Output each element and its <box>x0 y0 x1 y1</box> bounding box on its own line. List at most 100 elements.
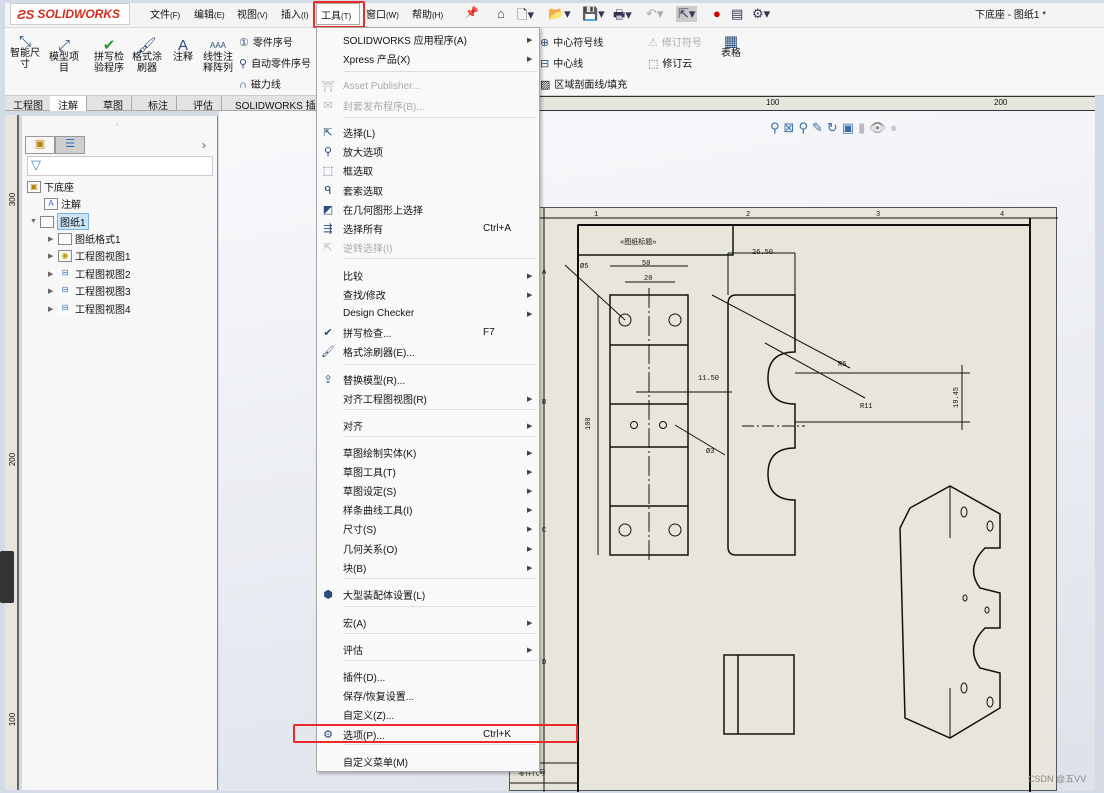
home-icon[interactable]: ⌂ <box>497 6 505 21</box>
menu-window[interactable]: 窗口(W) <box>366 6 399 21</box>
center-mark-button[interactable]: ⊕ 中心符号线 <box>540 34 603 49</box>
feature-manager-tab-icon[interactable]: ▣ <box>25 136 55 154</box>
menu-item[interactable]: SOLIDWORKS 应用程序(A) ▶ <box>317 30 539 49</box>
select-icon[interactable]: ⇱▾ <box>676 6 698 22</box>
tree-item-drawing-view-1[interactable]: ▶ ◉ 工程图视图1 <box>48 248 131 263</box>
menu-item[interactable]: ⬢ 大型装配体设置(L) <box>317 585 539 604</box>
spell-check-icon: ✔ <box>102 37 116 54</box>
save-icon[interactable]: 💾▾ <box>582 6 605 22</box>
menu-item[interactable]: 草图设定(S) ▶ <box>317 481 539 500</box>
auto-balloon-button[interactable]: ⚲ 自动零件序号 <box>239 55 311 70</box>
menu-item[interactable]: 尺寸(S) ▶ <box>317 519 539 538</box>
menu-item[interactable]: ⇱ 逆转选择(I) <box>317 238 539 257</box>
smart-dimension-button[interactable]: ⤡ 智能尺寸 <box>8 34 42 70</box>
highlight-box-options <box>293 724 578 743</box>
note-icon: A <box>177 37 188 54</box>
menu-item[interactable]: ⛩ Asset Publisher... <box>317 77 539 96</box>
submenu-arrow-icon: ▶ <box>527 55 533 63</box>
format-painter-button[interactable]: 🖌 格式涂刷器 <box>130 38 164 74</box>
tree-root[interactable]: ▣ 下底座 <box>27 179 74 194</box>
menu-item[interactable]: ᑫ 套索选取 <box>317 181 539 200</box>
menu-item[interactable]: 评估 ▶ <box>317 640 539 659</box>
solidworks-logo[interactable]: ƧS SOLIDWORKS <box>10 3 130 25</box>
menu-item-label: 草图设定(S) <box>343 487 397 498</box>
menu-item[interactable]: 块(B) ▶ <box>317 558 539 577</box>
tab-annotation[interactable]: 注解 <box>50 96 87 112</box>
centerline-button[interactable]: ⊟ 中心线 <box>540 55 583 70</box>
open-icon[interactable]: 📂▾ <box>548 6 571 22</box>
spell-checker-button[interactable]: ✔ 拼写检验程序 <box>90 37 128 74</box>
menu-item-label: 逆转选择(I) <box>343 244 393 255</box>
menu-item[interactable]: 自定义菜单(M) <box>317 752 539 771</box>
menu-item[interactable]: ✔ 拼写检查... F7 <box>317 323 539 342</box>
balloon-icon: ① <box>239 37 249 49</box>
balloon-button[interactable]: ① 零件序号 <box>239 34 293 49</box>
menu-file[interactable]: 文件(F) <box>150 6 180 21</box>
tree-item-drawing-view-4[interactable]: ▶ ⊟ 工程图视图4 <box>48 301 131 316</box>
tree-item-sheet-format[interactable]: ▶ 图纸格式1 <box>48 231 121 246</box>
menu-item-label: Xpress 产品(X) <box>343 55 411 66</box>
new-document-icon[interactable]: 🗋▾ <box>517 6 534 28</box>
pin-icon[interactable]: 📌 <box>465 6 479 19</box>
menu-item[interactable]: 自定义(Z)... <box>317 705 539 724</box>
menu-item[interactable]: ⬚ 框选取 <box>317 161 539 180</box>
menu-item[interactable]: 草图工具(T) ▶ <box>317 462 539 481</box>
tab-dimension[interactable]: 标注 <box>140 96 177 112</box>
model-items-button[interactable]: ⤢ 模型项目 <box>47 38 81 74</box>
revision-cloud-button[interactable]: ⬚ 修订云 <box>648 55 692 70</box>
menu-item-label: 自定义(Z)... <box>343 711 395 722</box>
menu-item[interactable]: 🖌 格式涂刷器(E)... <box>317 342 539 361</box>
menu-item[interactable]: 保存/恢复设置... <box>317 686 539 705</box>
menu-item[interactable]: Xpress 产品(X) ▶ <box>317 49 539 68</box>
menu-item[interactable]: 对齐 ▶ <box>317 416 539 435</box>
menu-help[interactable]: 帮助(H) <box>412 6 443 21</box>
menu-item[interactable]: 插件(D)... <box>317 667 539 686</box>
linear-note-pattern-button[interactable]: AAA 线性注释阵列 <box>200 40 236 74</box>
tab-evaluate[interactable]: 评估 <box>185 96 222 112</box>
side-widget[interactable] <box>0 551 14 603</box>
menu-item[interactable]: 比较 ▶ <box>317 266 539 285</box>
format-painter-icon: 🖌 <box>321 346 335 358</box>
drawing-sheet[interactable]: 1 2 3 4 A B C D «图纸标题» 50 20 100 11.50 Ø… <box>509 207 1058 792</box>
menu-item[interactable]: 几何关系(O) ▶ <box>317 539 539 558</box>
box-select-icon: ⬚ <box>322 165 334 177</box>
tab-sketch[interactable]: 草图 <box>95 96 132 112</box>
menu-insert[interactable]: 插入(I) <box>281 6 309 21</box>
menu-item[interactable]: ⚲ 放大选项 <box>317 142 539 161</box>
magnetic-line-button[interactable]: ∩ 磁力线 <box>239 76 281 91</box>
property-manager-tab-icon[interactable]: ☰ <box>55 136 85 154</box>
panel-grip-icon[interactable]: ◦ <box>116 120 119 129</box>
tree-item-sheet[interactable]: ▼ 图纸1 <box>30 213 89 230</box>
chevron-right-icon[interactable]: › <box>202 138 206 152</box>
menu-item[interactable]: 样条曲线工具(I) ▶ <box>317 500 539 519</box>
menu-edit[interactable]: 编辑(E) <box>194 6 225 21</box>
menu-item[interactable]: ⇪ 替换模型(R)... <box>317 370 539 389</box>
tab-drawing[interactable]: 工程图 <box>5 96 52 112</box>
table-button[interactable]: ▦ 表格 <box>719 34 743 59</box>
filter-input[interactable]: ▽ <box>27 156 213 176</box>
menu-item[interactable]: ⇶ 选择所有 Ctrl+A <box>317 219 539 238</box>
select-all-icon: ⇶ <box>323 223 333 235</box>
menu-view[interactable]: 视图(V) <box>237 6 268 21</box>
menu-item[interactable]: 草图绘制实体(K) ▶ <box>317 443 539 462</box>
submenu-arrow-icon: ▶ <box>527 545 533 553</box>
revision-symbol-button[interactable]: ⚠ 修订符号 <box>648 34 702 49</box>
menu-item[interactable]: 对齐工程图视图(R) ▶ <box>317 389 539 408</box>
note-button[interactable]: A 注释 <box>172 37 194 63</box>
file-properties-icon[interactable]: ▤ <box>731 6 743 22</box>
tree-item-drawing-view-2[interactable]: ▶ ⊟ 工程图视图2 <box>48 266 131 281</box>
menu-item[interactable]: ✉ 封套发布程序(B)... <box>317 96 539 115</box>
undo-icon[interactable]: ↶▾ <box>646 6 663 22</box>
traffic-light-icon[interactable]: ● <box>713 6 721 21</box>
options-gear-icon[interactable]: ⚙▾ <box>752 6 770 22</box>
menu-item[interactable]: Design Checker ▶ <box>317 304 539 323</box>
tree-item-drawing-view-3[interactable]: ▶ ⊟ 工程图视图3 <box>48 283 131 298</box>
print-icon[interactable]: 🖶▾ <box>613 6 632 28</box>
area-hatch-button[interactable]: ▨ 区域剖面线/填充 <box>540 76 627 91</box>
menu-item[interactable]: ⇱ 选择(L) <box>317 123 539 142</box>
menu-item[interactable]: ◩ 在几何图形上选择 <box>317 200 539 219</box>
tree-item-annotations[interactable]: A 注解 <box>44 196 81 211</box>
heads-up-view-toolbar[interactable]: ⚲⊠⚲✎↻▣▮👁● <box>770 120 902 136</box>
menu-item[interactable]: 宏(A) ▶ <box>317 613 539 632</box>
menu-item[interactable]: 查找/修改 ▶ <box>317 285 539 304</box>
